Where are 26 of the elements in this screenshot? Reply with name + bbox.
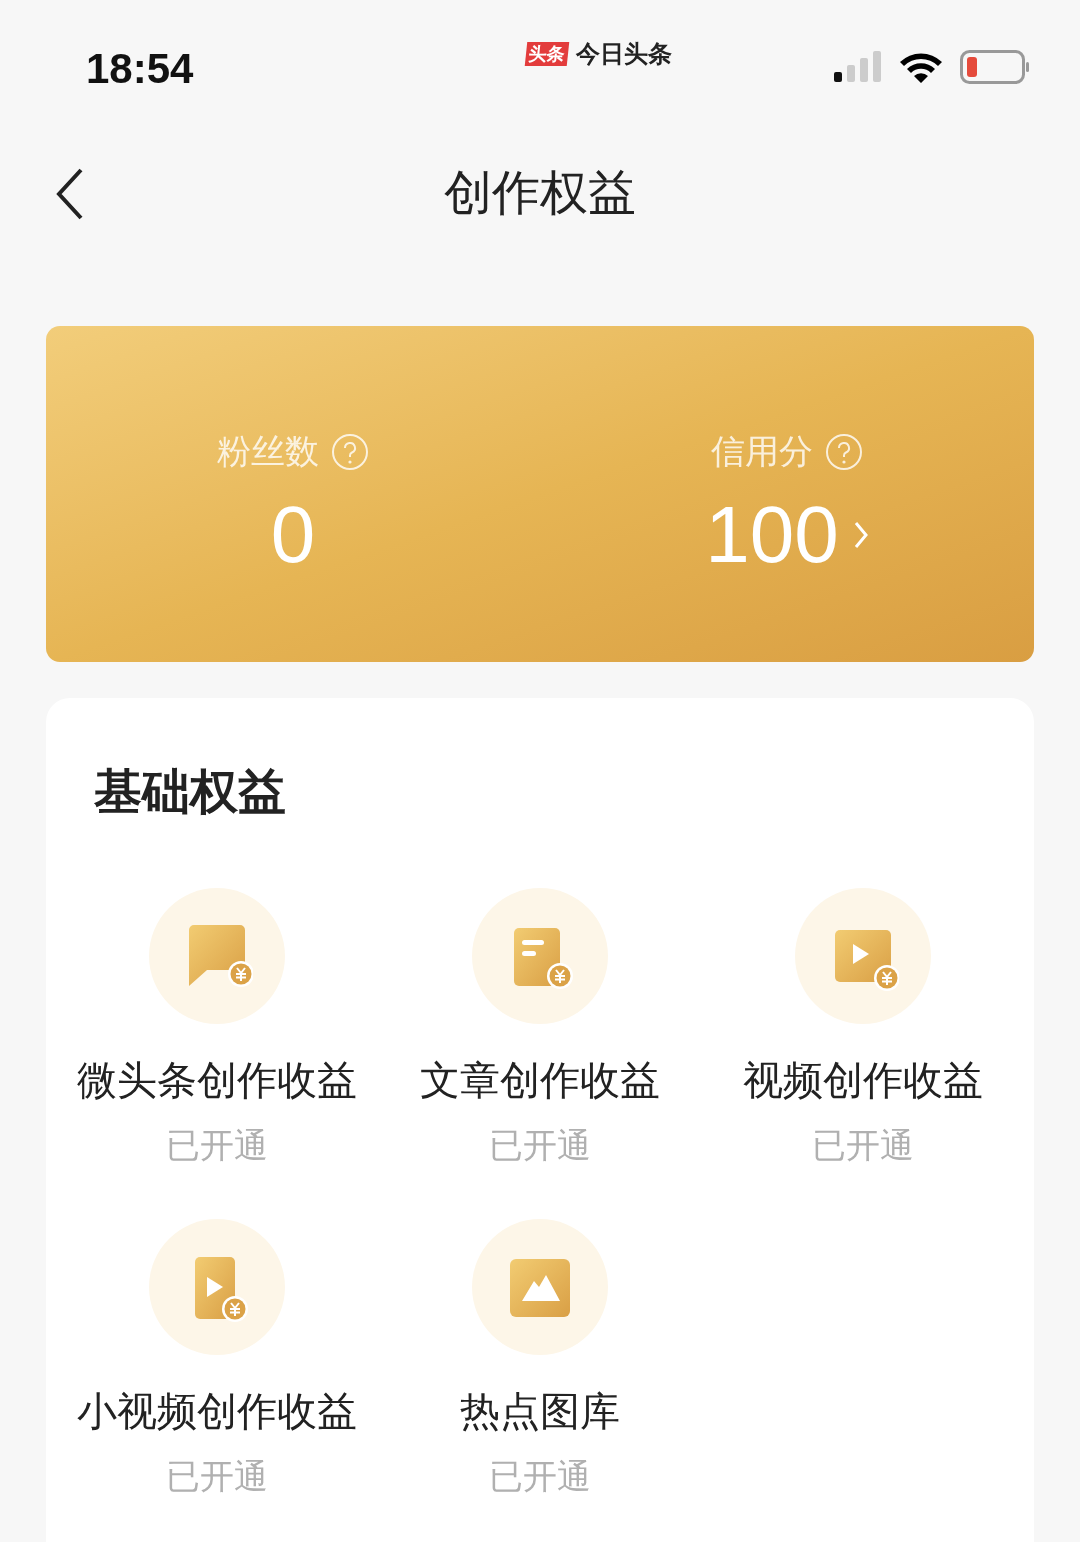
back-icon [55,168,85,220]
help-icon[interactable] [825,432,863,471]
status-time: 18:54 [86,48,194,90]
chevron-right-icon[interactable] [852,520,869,550]
stat-label: 粉丝数 [217,431,319,472]
benefit-status: 已开通 [166,1125,269,1166]
benefit-status: 已开通 [489,1456,591,1497]
stat-value: 0 [270,495,316,575]
battery-icon [960,50,1030,84]
benefit-status: 已开通 [489,1125,591,1166]
page-title: 创作权益 [444,165,636,221]
signal-icon [834,50,882,84]
benefit-label[interactable]: 热点图库 [460,1381,620,1441]
benefit-status: 已开通 [811,1125,914,1166]
benefit-label[interactable]: 微头条创作收益 [77,1050,358,1110]
benefit-status: 已开通 [166,1456,269,1497]
wifi-icon [898,50,944,84]
stat-value: 100 [705,495,839,575]
benefit-label[interactable]: 文章创作收益 [420,1050,660,1110]
benefit-label[interactable]: 视频创作收益 [742,1050,983,1110]
stat-label: 信用分 [711,431,813,472]
benefit-label[interactable]: 小视频创作收益 [77,1381,358,1441]
app-badge: 头条 [524,42,569,66]
help-icon[interactable] [331,432,369,471]
section-title: 基础权益 [94,765,286,818]
app-name: 今日头条 [575,42,672,66]
